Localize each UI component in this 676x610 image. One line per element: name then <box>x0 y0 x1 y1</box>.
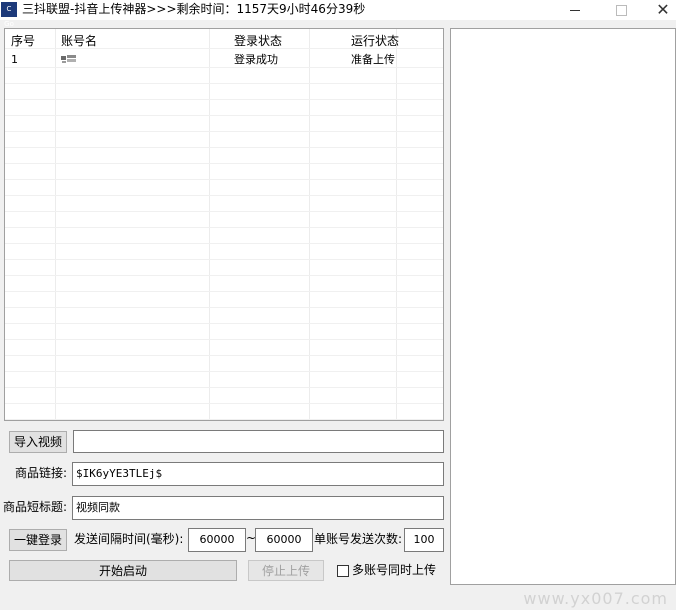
run-status: 准备上传 <box>351 53 395 66</box>
maximize-icon <box>615 4 627 16</box>
table-header: 序号 账号名 登录状态 运行状态 <box>5 33 443 49</box>
interval-min-field[interactable]: 60000 <box>188 528 246 552</box>
empty-table-row <box>5 404 443 420</box>
send-count-field[interactable]: 100 <box>404 528 444 552</box>
maximize-button[interactable] <box>606 0 636 20</box>
interval-max-field[interactable]: 60000 <box>255 528 313 552</box>
account-name <box>61 52 77 68</box>
empty-table-row <box>5 244 443 260</box>
stop-upload-button[interactable]: 停止上传 <box>248 560 324 581</box>
send-count-label: 单账号发送次数: <box>314 532 403 546</box>
multi-upload-label[interactable]: 多账号同时上传 <box>352 559 436 581</box>
column-header-run-status[interactable]: 运行状态 <box>351 33 399 49</box>
minimize-icon <box>570 9 580 11</box>
empty-table-row <box>5 196 443 212</box>
one-click-login-button[interactable]: 一键登录 <box>9 529 67 551</box>
column-header-account[interactable]: 账号名 <box>61 33 97 49</box>
empty-table-row <box>5 212 443 228</box>
table-row[interactable]: 1 登录成功 准备上传 <box>5 52 443 68</box>
empty-table-row <box>5 372 443 388</box>
account-table[interactable]: 序号 账号名 登录状态 运行状态 1 登录成功 准备上传 <box>4 28 444 421</box>
video-path-field[interactable] <box>73 430 444 453</box>
empty-table-row <box>5 340 443 356</box>
log-panel[interactable] <box>450 28 676 585</box>
column-header-login-status[interactable]: 登录状态 <box>234 33 282 49</box>
empty-table-row <box>5 84 443 100</box>
empty-table-row <box>5 68 443 84</box>
empty-table-row <box>5 148 443 164</box>
empty-table-row <box>5 388 443 404</box>
app-icon: C Go <box>1 2 17 28</box>
product-title-field[interactable]: 视频同款 <box>72 496 444 520</box>
empty-table-row <box>5 164 443 180</box>
empty-table-row <box>5 308 443 324</box>
empty-table-row <box>5 116 443 132</box>
empty-table-row <box>5 180 443 196</box>
login-status: 登录成功 <box>234 53 278 66</box>
empty-table-row <box>5 292 443 308</box>
watermark: www.yx007.com <box>523 589 668 608</box>
window-title: 三抖联盟-抖音上传神器>>>剩余时间：1157天9小时46分39秒 <box>22 2 366 16</box>
empty-table-row <box>5 276 443 292</box>
empty-table-row <box>5 356 443 372</box>
close-icon: ✕ <box>656 0 670 19</box>
account-avatar-icon <box>61 55 76 63</box>
minimize-button[interactable] <box>560 0 590 20</box>
import-video-button[interactable]: 导入视频 <box>9 431 67 453</box>
product-link-field[interactable]: $IK6yYE3TLEj$ <box>72 462 444 486</box>
empty-table-row <box>5 132 443 148</box>
empty-table-row <box>5 260 443 276</box>
start-button[interactable]: 开始启动 <box>9 560 237 581</box>
empty-table-row <box>5 228 443 244</box>
product-title-label: 商品短标题: <box>3 500 68 514</box>
row-index: 1 <box>11 53 18 66</box>
empty-table-row <box>5 100 443 116</box>
column-header-index[interactable]: 序号 <box>11 33 35 49</box>
empty-table-row <box>5 324 443 340</box>
title-bar: C Go 三抖联盟-抖音上传神器>>>剩余时间：1157天9小时46分39秒 ✕ <box>0 0 676 28</box>
interval-label: 发送间隔时间(毫秒): <box>74 532 184 546</box>
product-link-label: 商品链接: <box>15 466 68 480</box>
close-button[interactable]: ✕ <box>650 0 676 20</box>
multi-upload-checkbox[interactable] <box>337 565 349 577</box>
